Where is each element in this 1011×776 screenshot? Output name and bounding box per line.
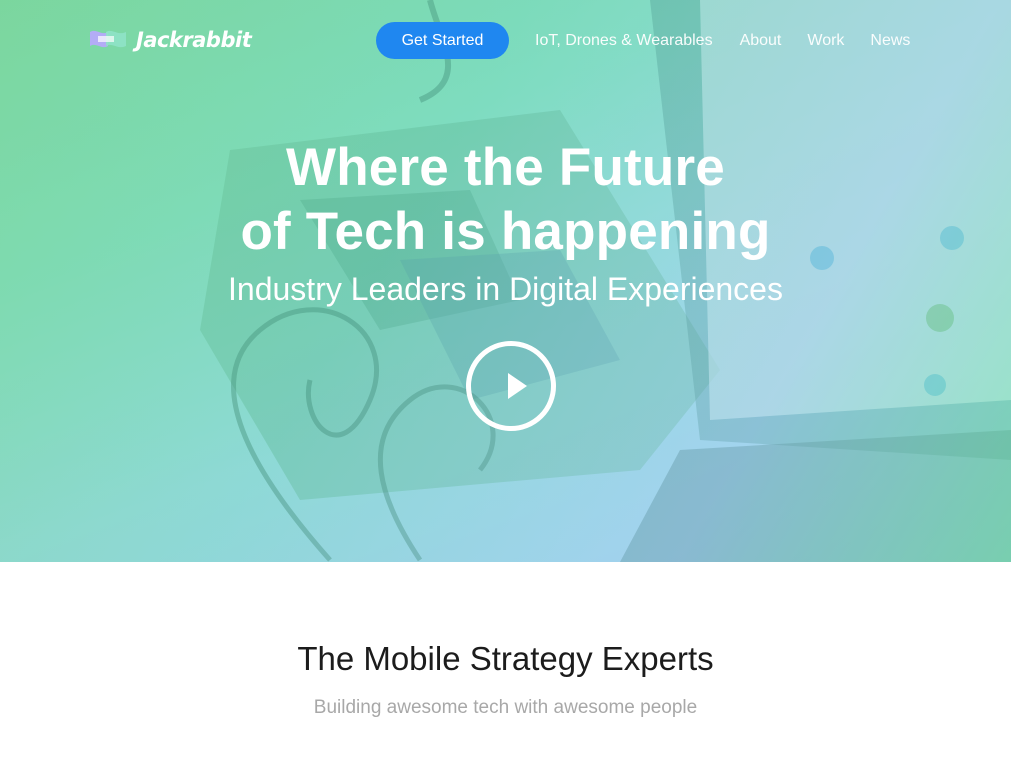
get-started-button[interactable]: Get Started <box>376 22 509 59</box>
brand-name: Jackrabbit <box>136 28 252 52</box>
nav-link-iot[interactable]: IoT, Drones & Wearables <box>535 32 713 50</box>
hero-headline-line-1: Where the Future <box>285 138 725 197</box>
nav-link-work[interactable]: Work <box>807 32 844 50</box>
nav-link-news[interactable]: News <box>870 32 910 50</box>
play-icon <box>508 373 527 399</box>
hero-subheading: Industry Leaders in Digital Experiences <box>228 271 783 307</box>
hero-headline: Where the Future of Tech is happening <box>0 136 1011 264</box>
play-video-button[interactable] <box>466 341 556 431</box>
section-subtitle: Building awesome tech with awesome peopl… <box>313 697 698 718</box>
brand-logo[interactable]: Jackrabbit <box>88 28 252 52</box>
nav-link-about[interactable]: About <box>740 32 782 50</box>
hero-headline-line-2: of Tech is happening <box>240 202 771 261</box>
main-nav: Get Started IoT, Drones & Wearables Abou… <box>376 22 910 59</box>
section-title: The Mobile Strategy Experts <box>297 640 714 677</box>
jackrabbit-flag-icon <box>90 30 126 48</box>
